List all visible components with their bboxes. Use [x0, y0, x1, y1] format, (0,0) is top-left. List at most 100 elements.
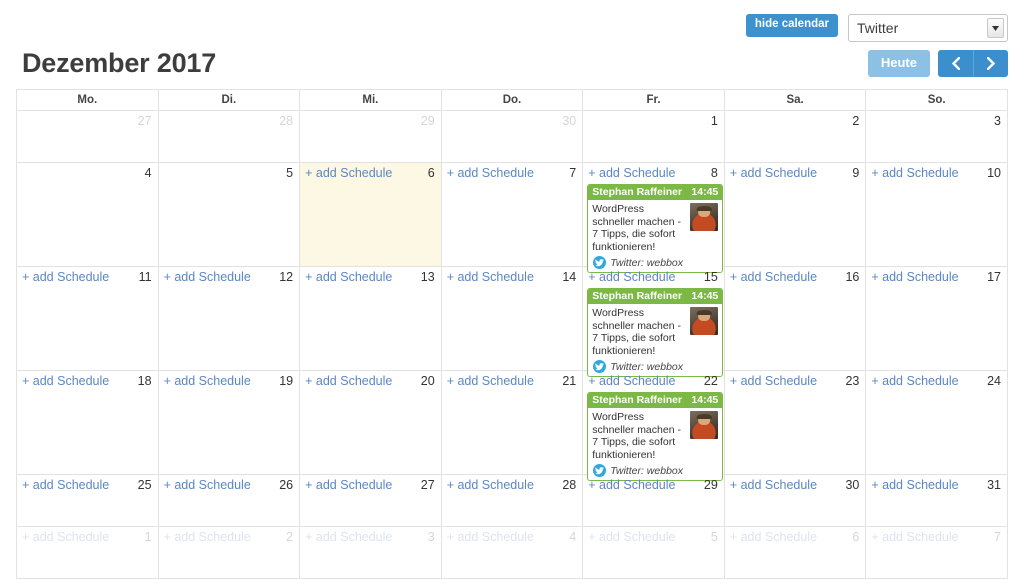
add-schedule-link[interactable]: + add Schedule — [730, 166, 817, 180]
calendar-day-cell[interactable]: + add Schedule 6 — [299, 162, 442, 267]
previous-month-button[interactable] — [938, 50, 973, 78]
event-card-header: Stephan Raffeiner 14:45 — [588, 289, 723, 304]
calendar-day-cell[interactable]: 4 — [16, 162, 159, 267]
day-number: 12 — [279, 270, 294, 284]
add-schedule-link[interactable]: + add Schedule — [871, 166, 958, 180]
add-schedule-link[interactable]: + add Schedule — [305, 270, 392, 284]
add-schedule-link[interactable]: + add Schedule — [22, 270, 109, 284]
calendar-day-cell[interactable]: + add Schedule 20 — [299, 370, 442, 475]
calendar-day-cell[interactable]: 30 — [440, 110, 584, 163]
add-schedule-link[interactable]: + add Schedule — [871, 478, 958, 492]
calendar-day-cell[interactable]: + add Schedule 5 — [582, 526, 725, 579]
calendar-day-cell[interactable]: + add Schedule 4 — [440, 526, 584, 579]
add-schedule-link[interactable]: + add Schedule — [164, 374, 251, 388]
calendar-day-cell[interactable]: + add Schedule 13 — [299, 266, 442, 371]
calendar-day-cell[interactable]: + add Schedule 22 Stephan Raffeiner 14:45 Wo… — [582, 370, 725, 481]
calendar-day-cell[interactable]: + add Schedule 15 Stephan Raffeiner 14:45 Wo… — [582, 266, 725, 377]
add-schedule-link[interactable]: + add Schedule — [305, 166, 392, 180]
add-schedule-link[interactable]: + add Schedule — [305, 374, 392, 388]
day-cell: 3 — [866, 111, 1007, 162]
calendar-day-cell[interactable]: + add Schedule 3 — [299, 526, 442, 579]
calendar-day-cell[interactable]: 2 — [723, 110, 867, 163]
calendar-day-cell[interactable]: + add Schedule 31 — [865, 474, 1008, 527]
weekday-header-4: Fr. — [582, 89, 725, 111]
calendar-day-cell[interactable]: + add Schedule 28 — [440, 474, 584, 527]
day-cell: + add Schedule 22 Stephan Raffeiner 14:45 Wo… — [583, 371, 724, 481]
calendar-day-cell[interactable]: + add Schedule 6 — [723, 526, 867, 579]
add-schedule-link[interactable]: + add Schedule — [22, 374, 109, 388]
calendar-day-cell[interactable]: + add Schedule 7 — [865, 526, 1008, 579]
calendar-day-cell[interactable]: 28 — [157, 110, 301, 163]
add-schedule-link[interactable]: + add Schedule — [730, 270, 817, 284]
add-schedule-link[interactable]: + add Schedule — [22, 530, 109, 544]
calendar-source-select[interactable]: Twitter — [848, 14, 1008, 42]
calendar-body: 27 28 29 30 1 2 3 4 5 + add Schedule 6 + add Schedu… — [16, 110, 1008, 579]
calendar-day-cell[interactable]: + add Schedule 29 — [582, 474, 725, 527]
add-schedule-link[interactable]: + add Schedule — [588, 270, 675, 284]
calendar-day-cell[interactable]: + add Schedule 9 — [723, 162, 867, 267]
calendar-day-cell[interactable]: 27 — [16, 110, 159, 163]
add-schedule-link[interactable]: + add Schedule — [447, 374, 534, 388]
add-schedule-link[interactable]: + add Schedule — [164, 478, 251, 492]
add-schedule-link[interactable]: + add Schedule — [730, 530, 817, 544]
day-number: 17 — [987, 270, 1001, 284]
add-schedule-link[interactable]: + add Schedule — [730, 374, 817, 388]
add-schedule-link[interactable]: + add Schedule — [22, 478, 109, 492]
calendar-day-cell[interactable]: + add Schedule 23 — [723, 370, 867, 475]
day-cell: + add Schedule 10 — [866, 163, 1007, 266]
calendar-day-cell[interactable]: + add Schedule 1 — [16, 526, 159, 579]
add-schedule-link[interactable]: + add Schedule — [447, 270, 534, 284]
add-schedule-link[interactable]: + add Schedule — [447, 166, 534, 180]
calendar-day-cell[interactable]: 5 — [157, 162, 301, 267]
calendar-day-cell[interactable]: + add Schedule 17 — [865, 266, 1008, 371]
add-schedule-link[interactable]: + add Schedule — [447, 478, 534, 492]
calendar-day-cell[interactable]: + add Schedule 19 — [157, 370, 301, 475]
add-schedule-link[interactable]: + add Schedule — [871, 530, 958, 544]
calendar-day-cell[interactable]: + add Schedule 27 — [299, 474, 442, 527]
calendar-day-cell[interactable]: + add Schedule 8 Stephan Raffeiner 14:45 Wor… — [582, 162, 725, 273]
calendar-day-cell[interactable]: + add Schedule 2 — [157, 526, 301, 579]
event-card-body: WordPress schneller machen - 7 Tipps, di… — [588, 304, 722, 359]
day-number: 28 — [279, 114, 294, 128]
calendar-day-cell[interactable]: + add Schedule 16 — [723, 266, 867, 371]
calendar-day-cell[interactable]: 1 — [582, 110, 725, 163]
add-schedule-link[interactable]: + add Schedule — [305, 478, 392, 492]
today-button[interactable]: Heute — [867, 50, 930, 78]
day-number: 21 — [562, 374, 577, 388]
calendar-event-card[interactable]: Stephan Raffeiner 14:45 WordPress schnelle… — [587, 184, 724, 273]
add-schedule-link[interactable]: + add Schedule — [588, 478, 675, 492]
add-schedule-link[interactable]: + add Schedule — [730, 478, 817, 492]
add-schedule-link[interactable]: + add Schedule — [164, 270, 251, 284]
user-avatar-photo — [690, 411, 719, 439]
calendar-event-card[interactable]: Stephan Raffeiner 14:45 WordPress schnelle… — [587, 288, 724, 377]
calendar-grid: Mo. Di. Mi. Do. Fr. Sa. So. 27 28 29 30 1 2 3 4 5 + add… — [16, 89, 1008, 579]
calendar-day-cell[interactable]: + add Schedule 12 — [157, 266, 301, 371]
calendar-day-cell[interactable]: + add Schedule 21 — [440, 370, 584, 475]
day-cell: + add Schedule 30 — [725, 475, 866, 526]
calendar-day-cell[interactable]: + add Schedule 25 — [16, 474, 159, 527]
add-schedule-link[interactable]: + add Schedule — [588, 374, 675, 388]
calendar-day-cell[interactable]: 3 — [865, 110, 1008, 163]
add-schedule-link[interactable]: + add Schedule — [164, 530, 251, 544]
add-schedule-link[interactable]: + add Schedule — [447, 530, 534, 544]
calendar-day-cell[interactable]: + add Schedule 30 — [723, 474, 867, 527]
calendar-day-cell[interactable]: 29 — [299, 110, 442, 163]
calendar-day-cell[interactable]: + add Schedule 10 — [865, 162, 1008, 267]
add-schedule-link[interactable]: + add Schedule — [588, 166, 675, 180]
calendar-day-cell[interactable]: + add Schedule 24 — [865, 370, 1008, 475]
add-schedule-link[interactable]: + add Schedule — [871, 270, 958, 284]
calendar-event-card[interactable]: Stephan Raffeiner 14:45 WordPress schnelle… — [587, 392, 724, 481]
calendar-day-cell[interactable]: + add Schedule 26 — [157, 474, 301, 527]
next-month-button[interactable] — [973, 50, 1008, 78]
hide-calendar-button[interactable]: hide calendar — [745, 14, 838, 37]
add-schedule-link[interactable]: + add Schedule — [588, 530, 675, 544]
calendar-day-cell[interactable]: + add Schedule 11 — [16, 266, 159, 371]
add-schedule-link[interactable]: + add Schedule — [305, 530, 392, 544]
calendar-day-cell[interactable]: + add Schedule 7 — [440, 162, 584, 267]
event-text: WordPress schneller machen - 7 Tipps, di… — [592, 411, 681, 461]
calendar-day-cell[interactable]: + add Schedule 14 — [440, 266, 584, 371]
add-schedule-link[interactable]: + add Schedule — [871, 374, 958, 388]
calendar-day-cell[interactable]: + add Schedule 18 — [16, 370, 159, 475]
day-number: 4 — [569, 530, 577, 544]
calendar-week-row: + add Schedule 11 + add Schedule 12 + add Sc… — [16, 266, 1008, 377]
